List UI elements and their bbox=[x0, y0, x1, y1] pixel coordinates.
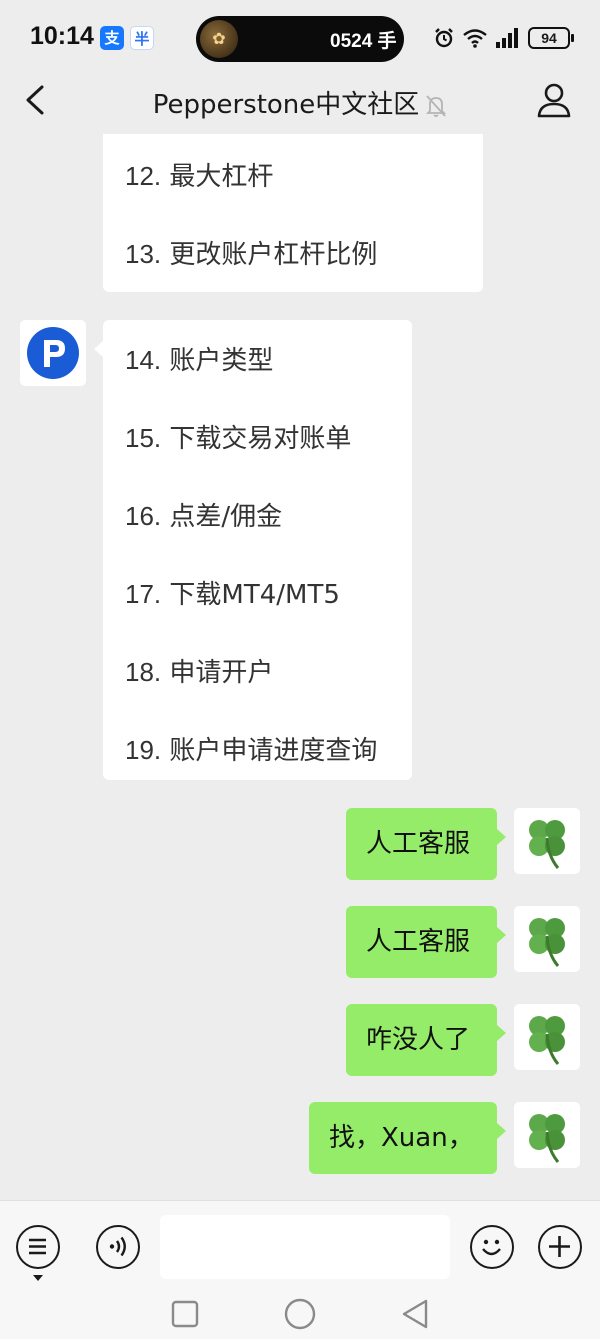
system-navigation-bar bbox=[0, 1288, 600, 1339]
menu-item-label: 更改账户杠杆比例 bbox=[161, 240, 378, 270]
menu-item[interactable]: 18. 申请开户 bbox=[125, 652, 273, 689]
message-text: 人工客服 bbox=[366, 829, 471, 859]
media-thumbnail: ✿ bbox=[200, 20, 238, 58]
bubble-tail bbox=[94, 341, 103, 357]
clover-icon bbox=[529, 1114, 565, 1163]
chat-header: Pepperstone中文社区 bbox=[0, 66, 600, 134]
menu-item[interactable]: 17. 下载MT4/MT5 bbox=[125, 574, 340, 611]
clover-icon bbox=[529, 1016, 565, 1065]
message-text: 找，Xuan， bbox=[329, 1123, 474, 1153]
plus-icon bbox=[549, 1236, 570, 1257]
pepperstone-logo-icon bbox=[27, 327, 79, 379]
status-time: 10:14 bbox=[30, 22, 94, 50]
user-avatar[interactable] bbox=[514, 1102, 580, 1168]
clover-icon bbox=[529, 820, 565, 869]
home-icon[interactable] bbox=[283, 1297, 317, 1331]
battery-icon: 94 bbox=[528, 27, 574, 49]
outgoing-message-bubble[interactable]: 找，Xuan， bbox=[309, 1102, 497, 1174]
app-notification-icon: 半 bbox=[130, 26, 154, 50]
input-toolbar bbox=[0, 1200, 600, 1288]
person-icon bbox=[537, 83, 571, 118]
menu-item-number: 13. bbox=[125, 239, 162, 269]
menu-item-number: 14. bbox=[125, 345, 162, 375]
menu-item-number: 18. bbox=[125, 657, 162, 687]
bell-off-icon bbox=[426, 94, 447, 117]
menu-message-bubble: 12. 最大杠杆 13. 更改账户杠杆比例 bbox=[103, 134, 483, 292]
emoji-button[interactable] bbox=[470, 1225, 514, 1269]
user-avatar[interactable] bbox=[514, 1004, 580, 1070]
live-activity-text: 0524 手 bbox=[330, 31, 397, 52]
menu-item-label: 下载交易对账单 bbox=[161, 424, 352, 454]
wifi-icon bbox=[463, 29, 487, 48]
message-text: 咋没人了 bbox=[366, 1025, 471, 1055]
outgoing-message-bubble[interactable]: 人工客服 bbox=[346, 906, 497, 978]
bubble-tail bbox=[497, 829, 506, 845]
back-nav-icon[interactable] bbox=[400, 1298, 430, 1330]
bubble-tail bbox=[497, 927, 506, 943]
menu-item-label: 下载MT4/MT5 bbox=[161, 580, 340, 610]
list-icon bbox=[29, 1238, 46, 1255]
outgoing-message-bubble[interactable]: 人工客服 bbox=[346, 808, 497, 880]
pepperstone-avatar[interactable] bbox=[20, 320, 86, 386]
menu-item[interactable]: 13. 更改账户杠杆比例 bbox=[125, 234, 377, 271]
menu-item-label: 账户类型 bbox=[161, 346, 274, 376]
voice-input-button[interactable] bbox=[96, 1225, 140, 1269]
menu-item-number: 16. bbox=[125, 501, 162, 531]
more-actions-button[interactable] bbox=[538, 1225, 582, 1269]
menu-toggle-button[interactable] bbox=[16, 1225, 60, 1269]
menu-item-number: 12. bbox=[125, 161, 162, 191]
alipay-notification-icon: 支 bbox=[100, 26, 124, 50]
chat-info-button[interactable] bbox=[534, 80, 574, 120]
bubble-tail bbox=[497, 1025, 506, 1041]
menu-item-number: 15. bbox=[125, 423, 162, 453]
message-input[interactable] bbox=[160, 1215, 450, 1279]
chat-title: Pepperstone中文社区 bbox=[0, 84, 600, 121]
menu-item[interactable]: 14. 账户类型 bbox=[125, 340, 273, 377]
message-text: 人工客服 bbox=[366, 927, 471, 957]
user-avatar[interactable] bbox=[514, 906, 580, 972]
caret-down-icon bbox=[33, 1275, 43, 1281]
menu-item[interactable]: 19. 账户申请进度查询 bbox=[125, 730, 377, 767]
recents-icon[interactable] bbox=[170, 1299, 200, 1329]
outgoing-message-bubble[interactable]: 咋没人了 bbox=[346, 1004, 497, 1076]
chat-title-text: Pepperstone中文社区 bbox=[152, 90, 420, 120]
menu-item[interactable]: 15. 下载交易对账单 bbox=[125, 418, 351, 455]
menu-item[interactable]: 16. 点差/佣金 bbox=[125, 496, 282, 533]
user-avatar[interactable] bbox=[514, 808, 580, 874]
menu-item-number: 17. bbox=[125, 579, 162, 609]
clover-icon bbox=[529, 918, 565, 967]
status-icons: 94 bbox=[433, 24, 574, 52]
menu-item[interactable]: 12. 最大杠杆 bbox=[125, 156, 273, 193]
voice-icon bbox=[109, 1236, 126, 1257]
live-activity-pill[interactable]: ✿ 0524 手 bbox=[196, 16, 404, 62]
signal-icon bbox=[496, 28, 518, 48]
alarm-icon bbox=[435, 28, 453, 48]
status-bar: 10:14 支 半 ✿ 0524 手 94 bbox=[0, 0, 600, 66]
menu-item-label: 账户申请进度查询 bbox=[161, 736, 378, 766]
menu-message-bubble: 14. 账户类型 15. 下载交易对账单 16. 点差/佣金 17. 下载MT4… bbox=[103, 320, 412, 780]
message-list[interactable]: 12. 最大杠杆 13. 更改账户杠杆比例 14. 账户类型 15. 下载交易对… bbox=[0, 134, 600, 1200]
menu-item-label: 最大杠杆 bbox=[161, 162, 274, 192]
bubble-tail bbox=[497, 1123, 506, 1139]
menu-item-label: 申请开户 bbox=[161, 658, 274, 688]
menu-item-label: 点差/佣金 bbox=[161, 502, 283, 532]
menu-item-number: 19. bbox=[125, 735, 162, 765]
smiley-icon bbox=[482, 1239, 501, 1256]
